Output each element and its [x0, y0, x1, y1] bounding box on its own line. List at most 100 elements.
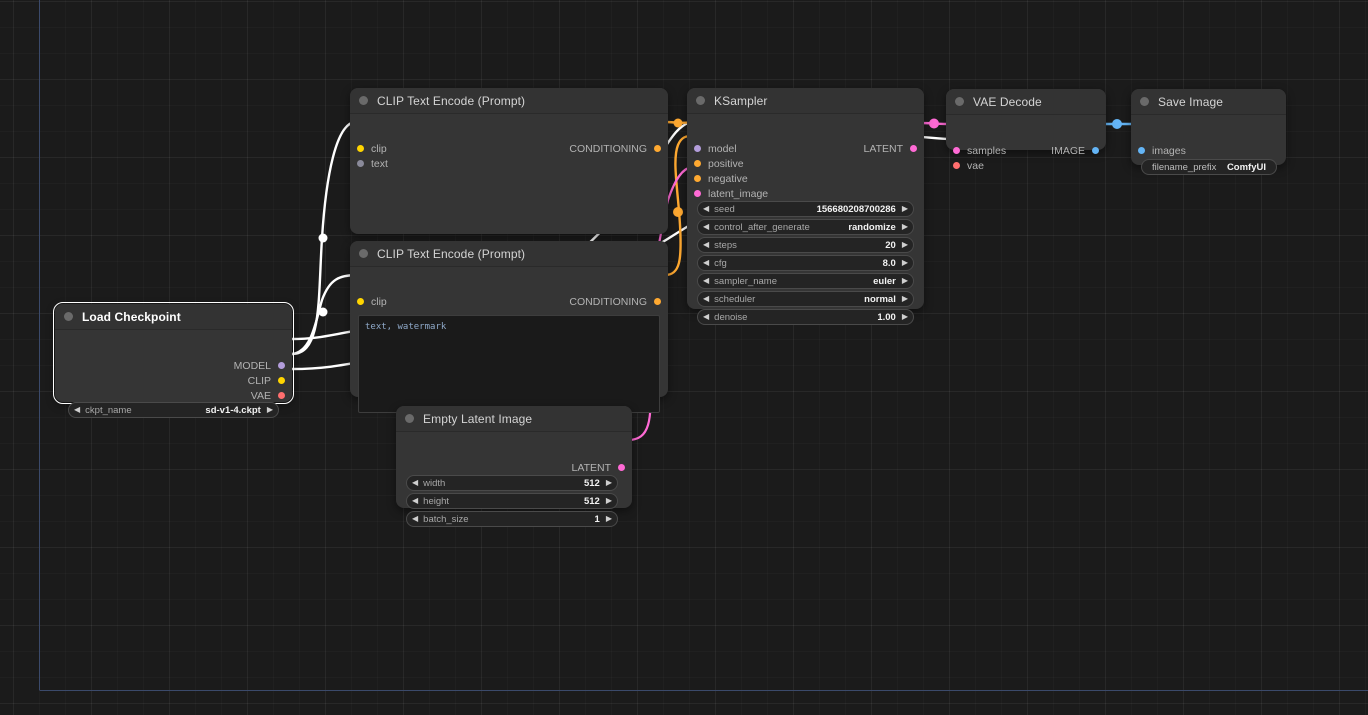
decrement-arrow-icon[interactable]: ◀ — [703, 277, 709, 285]
decrement-arrow-icon[interactable]: ◀ — [74, 406, 80, 414]
node-save-image[interactable]: Save Image images filename_prefix ComfyU… — [1131, 89, 1286, 165]
decrement-arrow-icon[interactable]: ◀ — [703, 241, 709, 249]
increment-arrow-icon[interactable]: ▶ — [902, 223, 908, 231]
input-slot-vae[interactable]: vae — [953, 158, 984, 173]
prompt-textarea[interactable]: text, watermark — [358, 315, 660, 413]
decrement-arrow-icon[interactable]: ◀ — [703, 259, 709, 267]
decrement-arrow-icon[interactable]: ◀ — [703, 295, 709, 303]
collapse-dot-icon[interactable] — [955, 97, 964, 106]
input-slot-label: negative — [708, 173, 748, 185]
widget-scheduler[interactable]: ◀ scheduler normal ▶ — [697, 291, 914, 307]
slot-dot-icon — [953, 162, 960, 169]
node-title-bar[interactable]: Save Image — [1131, 89, 1286, 115]
widget-height[interactable]: ◀ height 512 ▶ — [406, 493, 618, 509]
decrement-arrow-icon[interactable]: ◀ — [412, 497, 418, 505]
input-slot-clip[interactable]: clip — [357, 141, 387, 156]
increment-arrow-icon[interactable]: ▶ — [902, 277, 908, 285]
output-slot-vae[interactable]: VAE — [251, 388, 285, 403]
increment-arrow-icon[interactable]: ▶ — [606, 497, 612, 505]
widget-batch-size[interactable]: ◀ batch_size 1 ▶ — [406, 511, 618, 527]
input-slot-negative[interactable]: negative — [694, 171, 748, 186]
node-title-bar[interactable]: KSampler — [687, 88, 924, 114]
widget-denoise[interactable]: ◀ denoise 1.00 ▶ — [697, 309, 914, 325]
node-ksampler[interactable]: KSampler model positive negative latent_… — [687, 88, 924, 309]
slot-dot-icon — [694, 190, 701, 197]
decrement-arrow-icon[interactable]: ◀ — [412, 515, 418, 523]
widget-label: filename_prefix — [1152, 162, 1227, 173]
widget-label: seed — [714, 204, 816, 215]
widget-value: randomize — [848, 222, 896, 233]
workflow-canvas[interactable]: CLIP Text Encode (Prompt) clip text COND… — [0, 0, 1368, 715]
widget-label: batch_size — [423, 514, 594, 525]
link-dot-cond-positive — [674, 119, 683, 128]
increment-arrow-icon[interactable]: ▶ — [902, 313, 908, 321]
increment-arrow-icon[interactable]: ▶ — [606, 515, 612, 523]
node-title-bar[interactable]: CLIP Text Encode (Prompt) — [350, 88, 668, 114]
output-slot-latent[interactable]: LATENT — [864, 141, 917, 156]
widget-value: 512 — [584, 496, 600, 507]
link-dot-clip-negative — [319, 308, 328, 317]
node-title-label: Load Checkpoint — [82, 310, 181, 324]
widget-sampler-name[interactable]: ◀ sampler_name euler ▶ — [697, 273, 914, 289]
collapse-dot-icon[interactable] — [1140, 97, 1149, 106]
output-slot-image[interactable]: IMAGE — [1051, 143, 1099, 158]
node-title-bar[interactable]: VAE Decode — [946, 89, 1106, 115]
increment-arrow-icon[interactable]: ▶ — [267, 406, 273, 414]
input-slot-label: text — [371, 158, 388, 170]
increment-arrow-icon[interactable]: ▶ — [902, 295, 908, 303]
widget-steps[interactable]: ◀ steps 20 ▶ — [697, 237, 914, 253]
widget-width[interactable]: ◀ width 512 ▶ — [406, 475, 618, 491]
output-slot-label: MODEL — [234, 360, 271, 372]
output-slot-latent[interactable]: LATENT — [572, 460, 625, 475]
decrement-arrow-icon[interactable]: ◀ — [703, 205, 709, 213]
input-slot-images[interactable]: images — [1138, 143, 1186, 158]
output-slot-model[interactable]: MODEL — [234, 358, 285, 373]
slot-dot-icon — [953, 147, 960, 154]
collapse-dot-icon[interactable] — [405, 414, 414, 423]
node-vae-decode[interactable]: VAE Decode samples vae IMAGE — [946, 89, 1106, 150]
widget-seed[interactable]: ◀ seed 156680208700286 ▶ — [697, 201, 914, 217]
widget-value: 20 — [885, 240, 896, 251]
widget-filename-prefix[interactable]: filename_prefix ComfyUI — [1141, 159, 1277, 175]
slot-dot-icon — [1138, 147, 1145, 154]
node-clip-text-encode-positive[interactable]: CLIP Text Encode (Prompt) clip text COND… — [350, 88, 668, 234]
node-title-label: Empty Latent Image — [423, 412, 532, 426]
decrement-arrow-icon[interactable]: ◀ — [703, 313, 709, 321]
increment-arrow-icon[interactable]: ▶ — [902, 205, 908, 213]
link-clip-to-negative — [292, 275, 355, 354]
decrement-arrow-icon[interactable]: ◀ — [703, 223, 709, 231]
node-load-checkpoint[interactable]: Load Checkpoint MODEL CLIP VAE ◀ ckpt_na… — [55, 304, 292, 402]
widget-value: 512 — [584, 478, 600, 489]
input-slot-text[interactable]: text — [357, 156, 388, 171]
widget-label: sampler_name — [714, 276, 873, 287]
increment-arrow-icon[interactable]: ▶ — [606, 479, 612, 487]
slot-dot-icon — [654, 298, 661, 305]
collapse-dot-icon[interactable] — [359, 249, 368, 258]
collapse-dot-icon[interactable] — [64, 312, 73, 321]
output-slot-conditioning[interactable]: CONDITIONING — [569, 294, 661, 309]
collapse-dot-icon[interactable] — [696, 96, 705, 105]
output-slot-label: LATENT — [864, 143, 903, 155]
node-title-label: Save Image — [1158, 95, 1223, 109]
input-slot-samples[interactable]: samples — [953, 143, 1006, 158]
input-slot-positive[interactable]: positive — [694, 156, 744, 171]
widget-cfg[interactable]: ◀ cfg 8.0 ▶ — [697, 255, 914, 271]
node-clip-text-encode-negative[interactable]: CLIP Text Encode (Prompt) clip CONDITION… — [350, 241, 668, 397]
increment-arrow-icon[interactable]: ▶ — [902, 259, 908, 267]
output-slot-conditioning[interactable]: CONDITIONING — [569, 141, 661, 156]
increment-arrow-icon[interactable]: ▶ — [902, 241, 908, 249]
widget-value: 1 — [595, 514, 600, 525]
input-slot-latent-image[interactable]: latent_image — [694, 186, 768, 201]
node-empty-latent-image[interactable]: Empty Latent Image LATENT ◀ width 512 ▶ … — [396, 406, 632, 508]
node-title-bar[interactable]: Load Checkpoint — [55, 304, 292, 330]
widget-ckpt-name[interactable]: ◀ ckpt_name sd-v1-4.ckpt ▶ — [68, 402, 279, 418]
collapse-dot-icon[interactable] — [359, 96, 368, 105]
node-title-bar[interactable]: CLIP Text Encode (Prompt) — [350, 241, 668, 267]
decrement-arrow-icon[interactable]: ◀ — [412, 479, 418, 487]
widget-control-after-generate[interactable]: ◀ control_after_generate randomize ▶ — [697, 219, 914, 235]
output-slot-clip[interactable]: CLIP — [248, 373, 285, 388]
input-slot-model[interactable]: model — [694, 141, 737, 156]
input-slot-label: clip — [371, 143, 387, 155]
input-slot-clip[interactable]: clip — [357, 294, 387, 309]
node-title-bar[interactable]: Empty Latent Image — [396, 406, 632, 432]
